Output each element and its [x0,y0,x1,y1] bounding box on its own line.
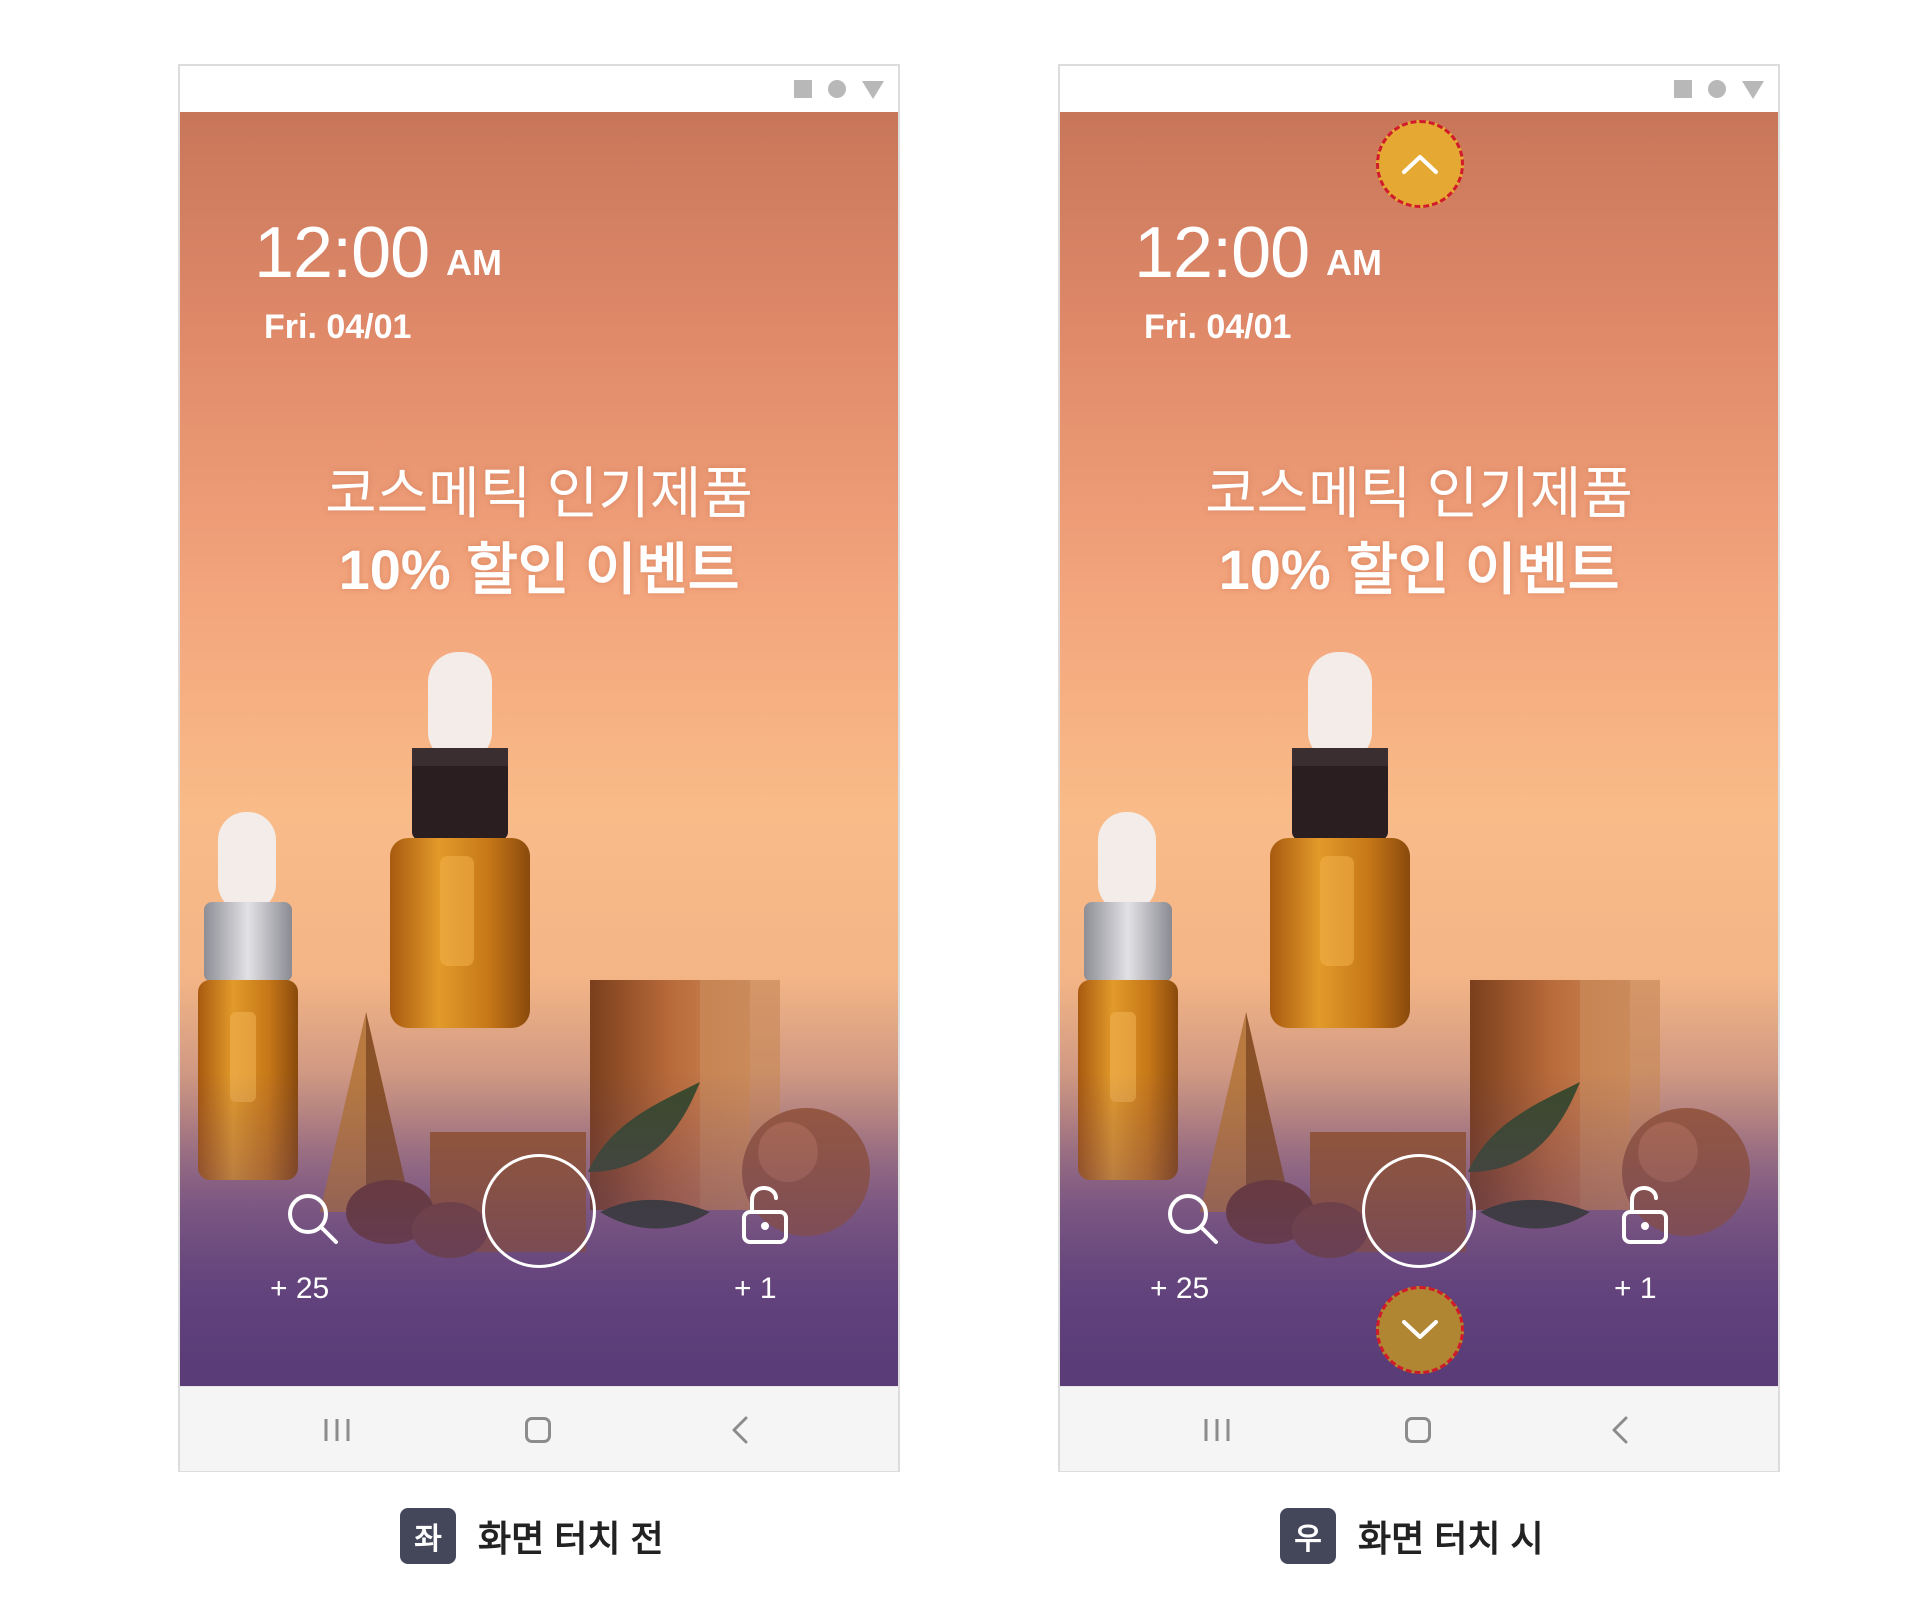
caption-on-touch: 우 화면 터치 시 [1280,1508,1544,1564]
promo-line-2: 10% 할인 이벤트 [338,538,740,601]
clock-ampm: AM [446,242,502,283]
navigation-bar [180,1386,898,1471]
recents-icon[interactable] [322,1417,352,1443]
center-touch-ring[interactable] [482,1154,596,1268]
clock-time: 12:00 [254,213,430,293]
home-icon[interactable] [1405,1417,1431,1443]
recents-icon[interactable] [1202,1417,1232,1443]
search-icon[interactable] [284,1190,340,1246]
promo-line-1: 코스메틱 인기제품 [1205,462,1633,525]
unlock-icon[interactable] [1620,1186,1670,1244]
lock-screen[interactable]: 12:00 AM Fri. 04/01 코스메틱 인기제품 10% 할인 이벤트 [1060,112,1778,1386]
promo-line-2: 10% 할인 이벤트 [1218,538,1620,601]
phone-on-touch: 12:00 AM Fri. 04/01 코스메틱 인기제품 10% 할인 이벤트 [1058,64,1780,1472]
swipe-down-button[interactable] [1376,1286,1464,1374]
lock-screen[interactable]: 12:00 AM Fri. 04/01 코스메틱 인기제품 10% 할인 이벤트 [180,112,898,1386]
search-count: + 25 [270,1272,330,1305]
navigation-bar [1060,1386,1778,1471]
clock-date: Fri. 04/01 [1144,308,1292,346]
caption-badge: 좌 [400,1508,456,1564]
caption-text: 화면 터치 전 [478,1518,664,1559]
square-icon [1674,80,1692,98]
home-icon[interactable] [525,1417,551,1443]
square-icon [794,80,812,98]
caption-badge: 우 [1280,1508,1336,1564]
status-bar [1060,66,1778,112]
promo-text: 코스메틱 인기제품 10% 할인 이벤트 [1060,456,1778,608]
promo-text: 코스메틱 인기제품 10% 할인 이벤트 [180,456,898,608]
chevron-up-icon [1402,155,1438,174]
promo-line-1: 코스메틱 인기제품 [325,462,753,525]
unlock-icon[interactable] [740,1186,790,1244]
caption-before-touch: 좌 화면 터치 전 [400,1508,664,1564]
clock-ampm: AM [1326,242,1382,283]
search-count: + 25 [1150,1272,1210,1305]
search-icon[interactable] [1164,1190,1220,1246]
center-touch-ring[interactable] [1362,1154,1476,1268]
phone-before-touch: 12:00 AM Fri. 04/01 코스메틱 인기제품 10% 할인 이벤트 [178,64,900,1472]
triangle-down-icon [862,81,884,99]
back-icon[interactable] [1610,1415,1630,1445]
back-icon[interactable] [730,1415,750,1445]
swipe-up-button[interactable] [1376,120,1464,208]
chevron-down-icon [1402,1320,1438,1339]
clock-time: 12:00 [1134,213,1310,293]
clock-date: Fri. 04/01 [264,308,412,346]
status-bar [180,66,898,112]
circle-icon [1708,80,1726,98]
circle-icon [828,80,846,98]
triangle-down-icon [1742,81,1764,99]
unlock-count: + 1 [734,1272,777,1305]
unlock-count: + 1 [1614,1272,1657,1305]
caption-text: 화면 터치 시 [1358,1518,1544,1559]
